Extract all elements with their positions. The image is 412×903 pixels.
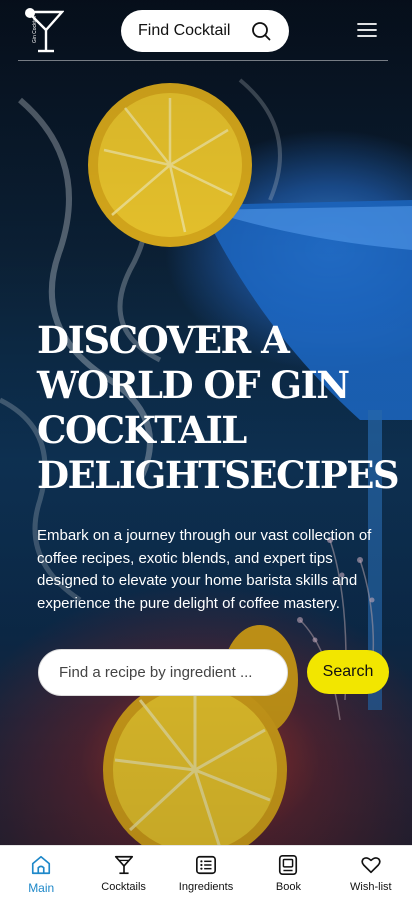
nav-label-ingredients: Ingredients — [178, 881, 234, 893]
header-divider — [18, 60, 388, 61]
header: Gin Cocktail Find Cocktail — [0, 0, 412, 62]
find-cocktail-button[interactable]: Find Cocktail — [121, 10, 289, 52]
nav-label-wish-list: Wish-list — [350, 881, 392, 893]
nav-item-ingredients[interactable]: Ingredients — [165, 846, 247, 903]
nav-label-book: Book — [275, 881, 301, 893]
gin-cocktail-logo[interactable]: Gin Cocktail — [18, 8, 64, 54]
bottom-navigation: Main Cocktails Ingredients Book Wish-lis… — [0, 845, 412, 903]
hero-title: DISCOVER A WORLD OF GIN COCKTAIL DELIGHT… — [37, 318, 400, 497]
list-icon — [196, 855, 217, 875]
nav-item-book[interactable]: Book — [247, 846, 329, 903]
ingredient-search-input[interactable] — [38, 649, 288, 696]
home-icon — [32, 855, 51, 875]
hamburger-menu-icon[interactable] — [357, 22, 377, 38]
search-button[interactable]: Search — [307, 650, 389, 694]
search-icon — [252, 22, 271, 41]
heart-icon — [361, 857, 381, 874]
book-icon — [279, 855, 298, 875]
find-cocktail-label: Find Cocktail — [138, 22, 231, 39]
nav-item-wish-list[interactable]: Wish-list — [330, 846, 412, 903]
nav-item-cocktails[interactable]: Cocktails — [82, 846, 164, 903]
nav-label-cocktails: Cocktails — [101, 881, 146, 893]
nav-label-main: Main — [28, 881, 55, 895]
cocktail-glass-icon — [114, 855, 133, 875]
nav-item-main[interactable]: Main — [0, 846, 82, 903]
hero-description: Embark on a journey through our vast col… — [37, 527, 372, 612]
svg-text:Gin Cocktail: Gin Cocktail — [32, 16, 38, 43]
